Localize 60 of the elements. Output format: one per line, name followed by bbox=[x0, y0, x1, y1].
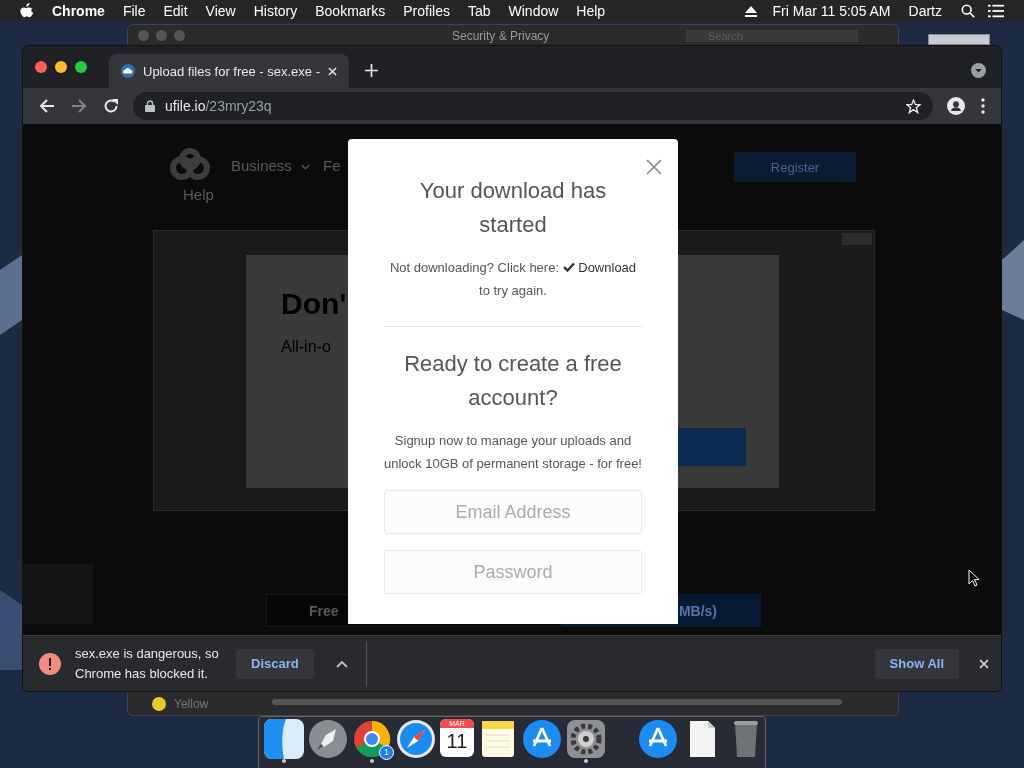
forward-icon[interactable] bbox=[71, 98, 87, 114]
apple-icon[interactable] bbox=[20, 3, 34, 19]
download-link[interactable]: Download bbox=[562, 260, 637, 275]
menu-item[interactable]: View bbox=[205, 3, 236, 19]
chrome-icon[interactable] bbox=[352, 719, 392, 759]
eject-icon[interactable] bbox=[744, 5, 757, 17]
zoom-button[interactable] bbox=[75, 61, 87, 73]
menu-icon[interactable] bbox=[981, 98, 985, 114]
menu-item[interactable]: Bookmarks bbox=[315, 3, 386, 19]
reload-icon[interactable] bbox=[103, 98, 119, 114]
window-title: Security & Privacy bbox=[452, 28, 550, 43]
close-icon[interactable] bbox=[979, 658, 989, 669]
app-menu[interactable]: Chrome bbox=[52, 3, 105, 19]
compass-icon[interactable] bbox=[396, 719, 436, 759]
clock[interactable]: Fri Mar 11 5:05 AM bbox=[772, 3, 891, 19]
menu-item[interactable]: History bbox=[253, 3, 298, 19]
check-icon bbox=[562, 262, 575, 272]
notification-badge: 1 bbox=[379, 745, 394, 760]
user-name[interactable]: Dartz bbox=[908, 3, 942, 19]
dialog-title: Your download has started bbox=[418, 177, 608, 239]
cursor-icon bbox=[968, 569, 980, 587]
discard-button[interactable]: Discard bbox=[236, 648, 314, 679]
new-tab-icon[interactable] bbox=[365, 64, 378, 77]
status-dot-icon bbox=[152, 697, 166, 711]
menu-item[interactable]: Edit bbox=[163, 3, 188, 19]
tab-menu-icon[interactable] bbox=[971, 63, 986, 78]
downloads-folder-icon[interactable] bbox=[638, 719, 678, 759]
address-bar[interactable]: ufile.io/23mry23q bbox=[133, 92, 933, 120]
lock-icon bbox=[145, 100, 155, 112]
search-icon[interactable] bbox=[960, 4, 976, 18]
menu-item[interactable]: Help bbox=[576, 3, 606, 19]
menu-item[interactable]: File bbox=[122, 3, 146, 19]
url-text: ufile.io/23mry23q bbox=[165, 98, 272, 114]
star-icon[interactable] bbox=[906, 98, 921, 114]
caret-icon[interactable] bbox=[335, 659, 348, 668]
menu-item[interactable]: Profiles bbox=[403, 3, 450, 19]
minimize-button[interactable] bbox=[55, 61, 67, 73]
retry-text: Not downloading? Click here: Download to try again. bbox=[388, 259, 638, 300]
warning-icon bbox=[39, 652, 61, 675]
ad-heading: Don' bbox=[281, 287, 347, 321]
menu-item[interactable]: Tab bbox=[467, 3, 491, 19]
show-all-button[interactable]: Show All bbox=[874, 648, 959, 679]
signup-title: Ready to create a free account? bbox=[403, 350, 623, 412]
download-warning: sex.exe is dangerous, so Chrome has blocked it. bbox=[75, 644, 220, 683]
browser-tab[interactable]: Upload files for free - sex.exe - bbox=[109, 54, 349, 88]
back-icon[interactable] bbox=[39, 98, 55, 114]
ad-text: All-in-o bbox=[281, 338, 331, 356]
app-store-icon[interactable] bbox=[522, 719, 562, 759]
profile-icon[interactable] bbox=[947, 97, 965, 115]
menu-item[interactable]: Window bbox=[508, 3, 559, 19]
email-field[interactable]: Email Address bbox=[384, 490, 642, 534]
gear-icon[interactable] bbox=[566, 719, 606, 759]
signup-text: Signup now to manage your uploads and unlock 10GB of permanent storage - for free! bbox=[384, 432, 642, 473]
finder-icon[interactable] bbox=[264, 719, 304, 759]
cloud-icon bbox=[121, 64, 135, 78]
close-window-button[interactable] bbox=[35, 61, 47, 73]
scroll-bar[interactable] bbox=[272, 699, 842, 705]
list-icon[interactable] bbox=[988, 4, 1004, 18]
password-field[interactable]: Password bbox=[384, 550, 642, 594]
rocket-icon[interactable] bbox=[308, 719, 348, 759]
